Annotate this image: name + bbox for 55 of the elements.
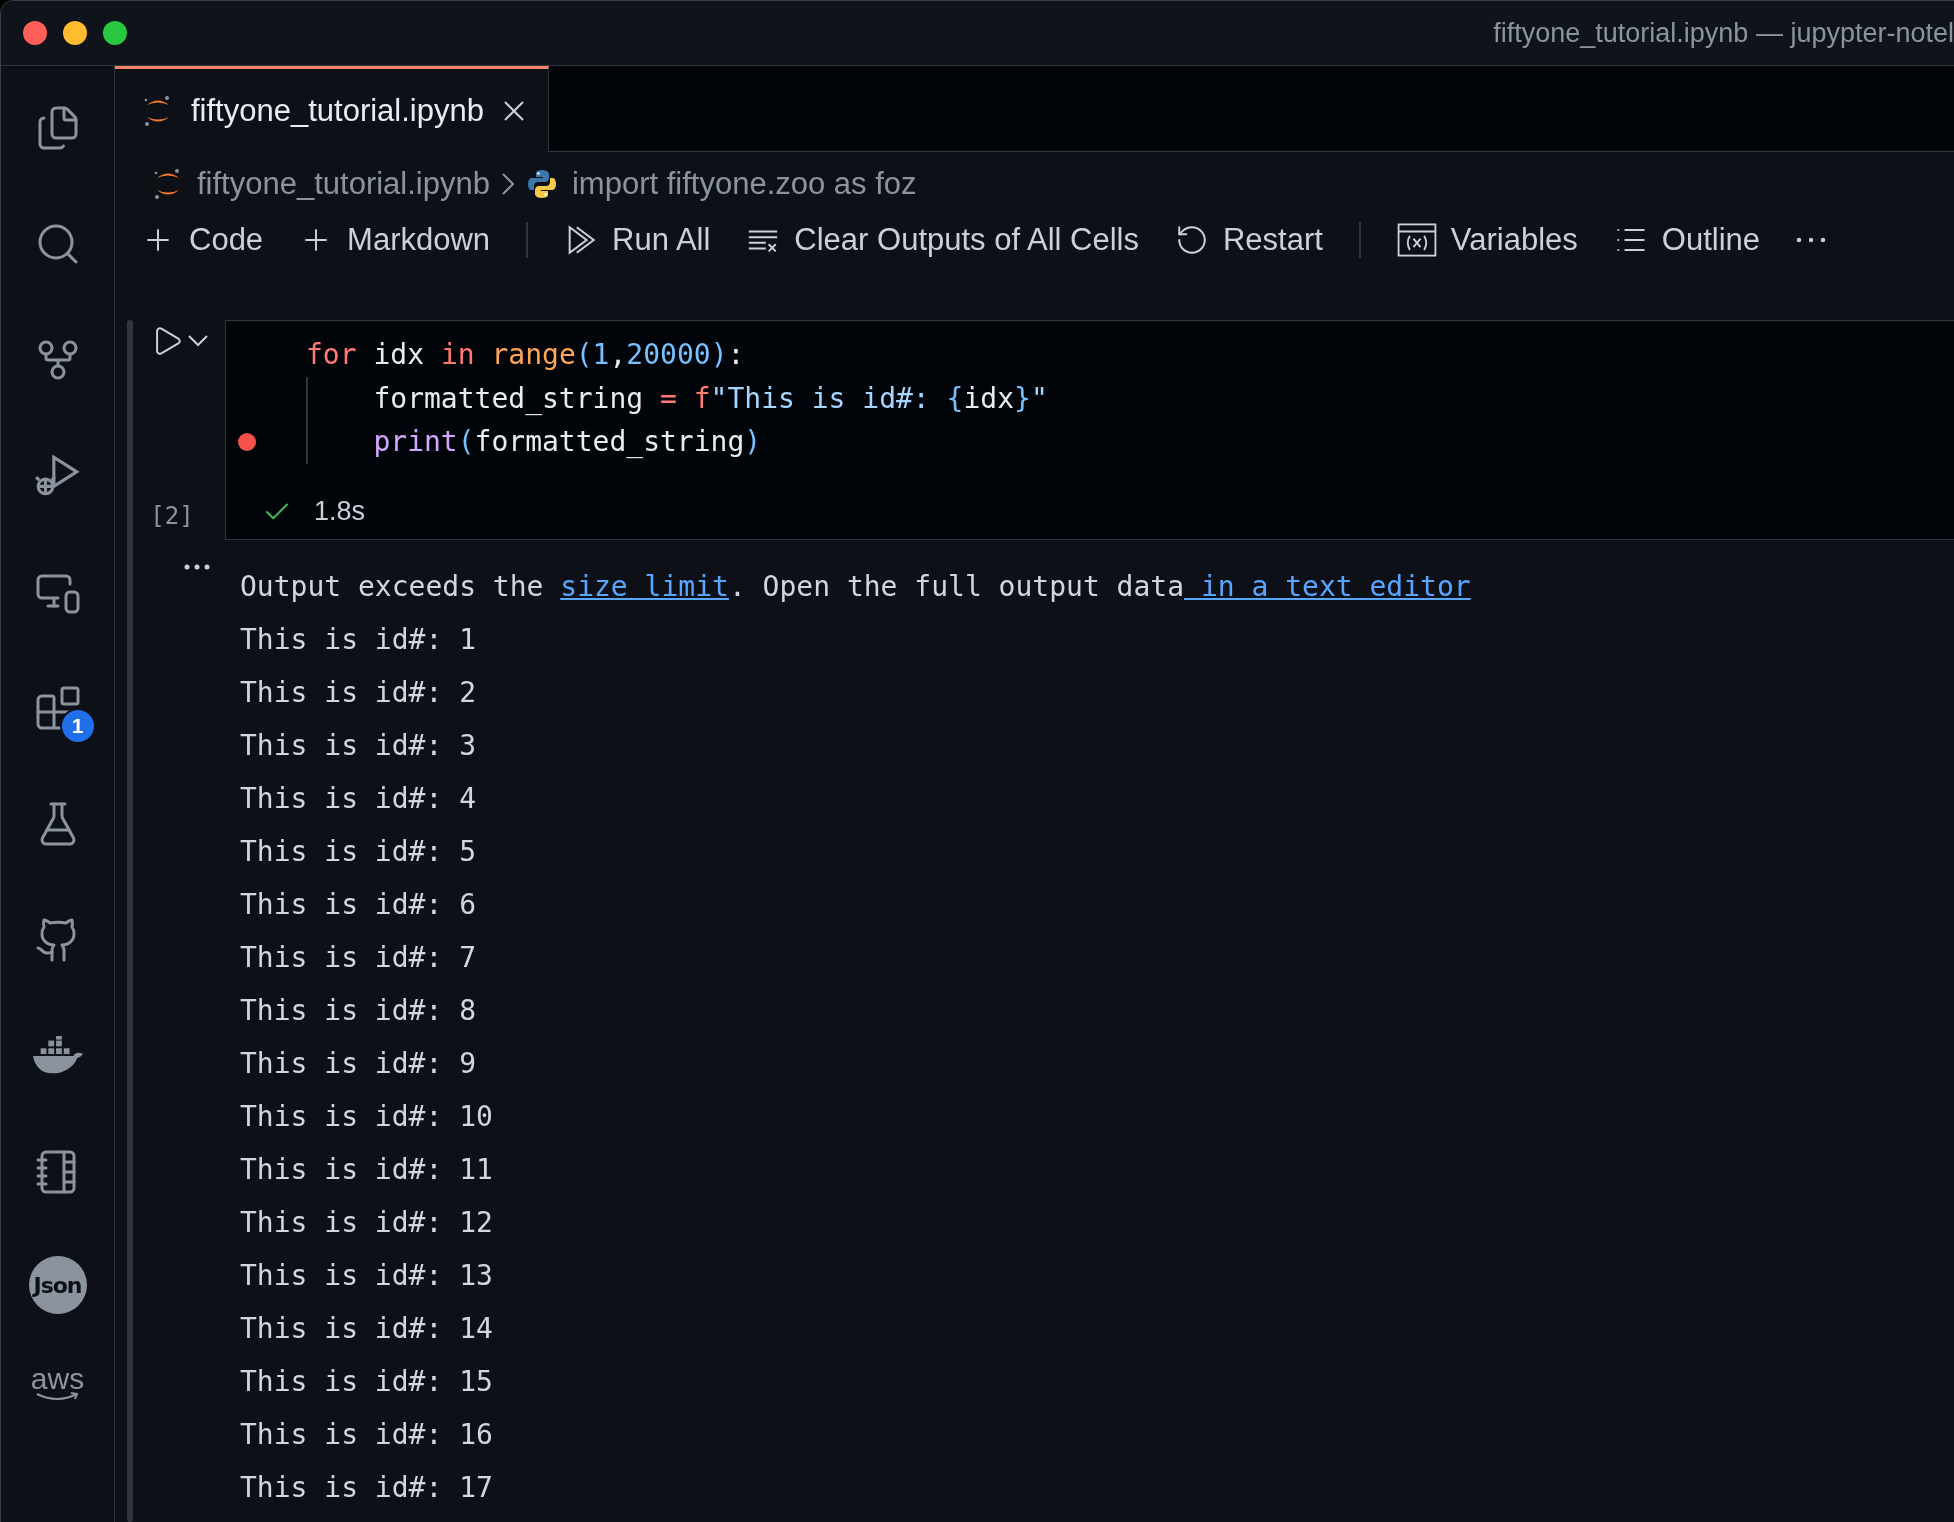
link[interactable]: size limit xyxy=(560,570,729,603)
breadcrumb-item[interactable]: import fiftyone.zoo as foz xyxy=(525,166,917,202)
execution-time: 1.8s xyxy=(314,496,366,527)
code-editor[interactable]: for idx in range(1,20000): formatted_string = f"This is id#: {idx}" print(formatted_string) 1.8s xyxy=(225,320,1954,540)
toolbar-button[interactable]: Variables xyxy=(1396,222,1578,258)
output-line: This is id#: 4 xyxy=(240,781,477,817)
run-options-button[interactable] xyxy=(188,335,208,347)
output-notice: Output exceeds the size limit. Open the full output data in a text editor xyxy=(240,569,1471,605)
editor-tab[interactable]: fiftyone_tutorial.ipynb xyxy=(115,66,549,152)
ellipsis-icon xyxy=(1796,237,1827,243)
output-line: This is id#: 12 xyxy=(240,1205,494,1241)
breakpoint-dot[interactable] xyxy=(238,433,256,452)
breadcrumb-item[interactable]: fiftyone_tutorial.ipynb xyxy=(153,166,490,202)
minimize-window-button[interactable] xyxy=(63,21,87,45)
more-button[interactable] xyxy=(1796,237,1827,243)
json-button[interactable]: Json xyxy=(28,1256,87,1314)
code-line: for idx in range(1,20000): xyxy=(305,337,746,373)
output-line: This is id#: 16 xyxy=(240,1417,494,1453)
output-line: This is id#: 1 xyxy=(240,622,477,658)
output-line: This is id#: 2 xyxy=(240,675,477,711)
output-line: This is id#: 11 xyxy=(240,1152,494,1188)
toolbar-button[interactable]: Code xyxy=(141,222,264,258)
toolbar-button[interactable]: Outline xyxy=(1613,222,1761,258)
output-line: This is id#: 7 xyxy=(240,940,477,976)
code-line: formatted_string = f"This is id#: {idx}" xyxy=(226,376,1954,421)
chevron-icon xyxy=(501,173,514,195)
output-line: This is id#: 17 xyxy=(240,1470,494,1506)
toolbar-button[interactable]: Run All xyxy=(564,222,711,258)
close-icon[interactable] xyxy=(501,98,526,123)
count-badge: 1 xyxy=(59,708,96,744)
toolbar-button[interactable]: Clear Outputs of All Cells xyxy=(746,222,1139,258)
ellipsis-icon xyxy=(183,564,210,570)
output-line: This is id#: 13 xyxy=(240,1258,494,1294)
aws-button[interactable]: aws xyxy=(30,1366,85,1402)
output-line: This is id#: 3 xyxy=(240,728,477,764)
smile-arrow-icon xyxy=(35,1392,80,1402)
zoom-window-button[interactable] xyxy=(103,21,127,45)
variables-icon xyxy=(1396,223,1437,257)
chevron-down-icon xyxy=(188,335,208,347)
code-line: print(formatted_string) xyxy=(226,420,1954,464)
output-line: This is id#: 15 xyxy=(240,1364,494,1400)
window-title: fiftyone_tutorial.ipynb — jupypter-notel xyxy=(1493,17,1954,49)
execution-count: [2] xyxy=(150,502,194,530)
output-line: This is id#: 6 xyxy=(240,887,477,923)
whale-icon xyxy=(30,1036,85,1076)
close-window-button[interactable] xyxy=(23,21,47,45)
output-line: This is id#: 10 xyxy=(240,1099,494,1135)
output-line: This is id#: 14 xyxy=(240,1311,494,1347)
output-line: This is id#: 5 xyxy=(240,834,477,870)
output-line: This is id#: 9 xyxy=(240,1046,477,1082)
toolbar-button[interactable]: Markdown xyxy=(299,222,491,258)
output-line: This is id#: 8 xyxy=(240,993,477,1029)
link[interactable]: in a text editor xyxy=(1184,570,1471,603)
toolbar-button[interactable]: Restart xyxy=(1174,222,1323,258)
python-icon xyxy=(525,168,558,200)
